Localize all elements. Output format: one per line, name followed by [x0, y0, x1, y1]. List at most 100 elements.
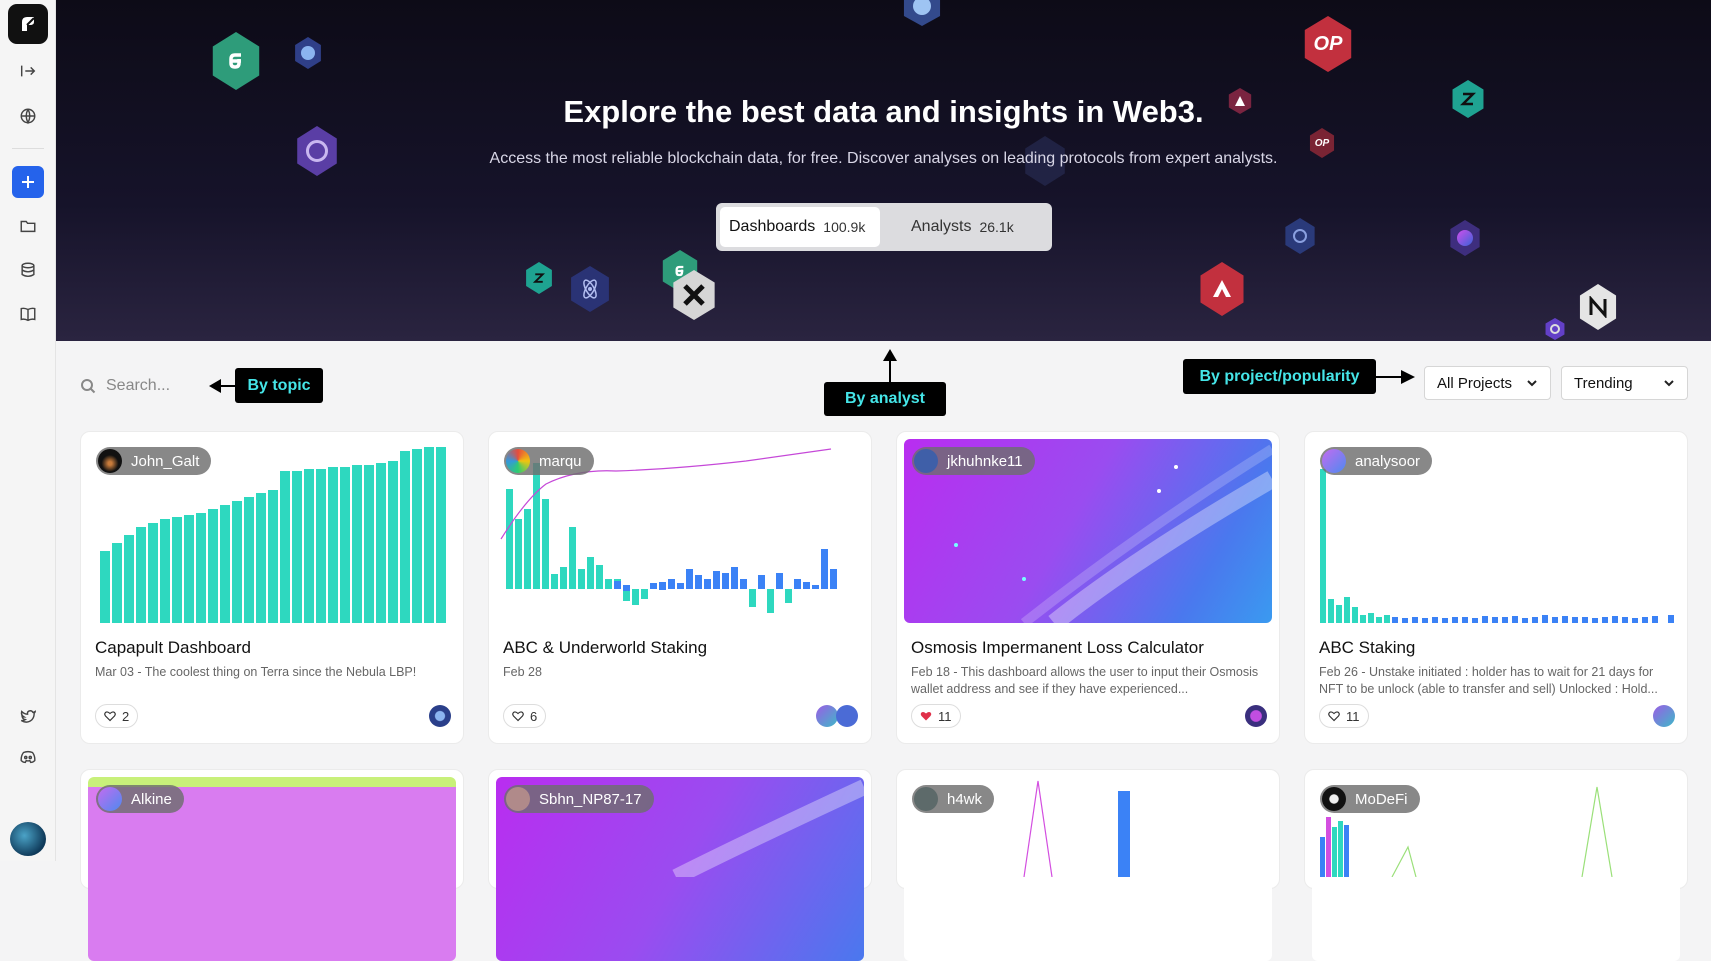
terra-token-icon — [295, 37, 321, 69]
dashboard-card[interactable]: MoDeFi — [1304, 769, 1688, 961]
search-input[interactable] — [106, 377, 226, 395]
like-button[interactable]: 11 — [911, 704, 961, 728]
avatar — [506, 787, 530, 811]
heart-icon — [1328, 711, 1340, 722]
card-thumbnail: marqu — [496, 439, 864, 623]
tab-analysts-count: 26.1k — [979, 219, 1014, 235]
tab-dashboards-count: 100.9k — [823, 219, 866, 235]
folder-icon[interactable] — [12, 210, 44, 242]
author-chip[interactable]: MoDeFi — [1320, 785, 1420, 813]
author-chip[interactable]: Sbhn_NP87-17 — [504, 785, 654, 813]
avatar — [506, 449, 530, 473]
avatar — [98, 449, 122, 473]
like-button[interactable]: 11 — [1319, 704, 1369, 728]
globe-icon[interactable] — [12, 100, 44, 132]
chevron-down-icon — [1527, 380, 1537, 387]
flow-token-icon — [212, 32, 260, 90]
card-thumbnail: h4wk — [904, 777, 1272, 961]
terra-chain-icon — [429, 705, 451, 727]
avalanche-token-icon — [1200, 262, 1244, 316]
like-count: 11 — [938, 708, 952, 724]
twitter-icon[interactable] — [12, 700, 44, 732]
card-thumbnail: Alkine — [88, 777, 456, 961]
card-title: Osmosis Impermanent Loss Calculator — [911, 638, 1204, 657]
callout-arrow — [1376, 376, 1402, 378]
view-toggle: Dashboards 100.9k Analysts 26.1k — [716, 203, 1052, 251]
osmosis-chain-icon — [1245, 705, 1267, 727]
author-name: MoDeFi — [1355, 790, 1408, 808]
callout-by-project: By project/popularity — [1183, 359, 1376, 394]
near-token-icon — [1579, 284, 1617, 330]
sort-select[interactable]: Trending — [1561, 366, 1688, 400]
collapse-icon[interactable] — [12, 55, 44, 87]
hero-banner: OP OP Explore the best data and insights… — [56, 0, 1711, 341]
author-name: analysoor — [1355, 452, 1421, 470]
author-chip[interactable]: analysoor — [1320, 447, 1433, 475]
author-chip[interactable]: Alkine — [96, 785, 184, 813]
card-description: Feb 18 - This dashboard allows the user … — [911, 665, 1259, 696]
card-thumbnail: jkhuhnke11 — [904, 439, 1272, 623]
author-name: Alkine — [131, 790, 172, 808]
heart-filled-icon — [920, 711, 932, 721]
avatar — [1322, 449, 1346, 473]
dashboard-card[interactable]: John_Galt Capapult Dashboard Mar 03 - Th… — [80, 431, 464, 744]
card-thumbnail: analysoor — [1312, 439, 1680, 623]
like-button[interactable]: 2 — [95, 704, 139, 728]
card-description: Feb 26 - Unstake initiated : holder has … — [1319, 665, 1658, 696]
discord-icon[interactable] — [12, 741, 44, 773]
callout-by-topic: By topic — [235, 368, 323, 403]
avatar — [98, 787, 122, 811]
like-button[interactable]: 6 — [503, 704, 547, 728]
author-name: h4wk — [947, 790, 983, 808]
hero-subtitle: Access the most reliable blockchain data… — [489, 150, 1278, 167]
author-chip[interactable]: h4wk — [912, 785, 995, 813]
like-count: 11 — [1346, 708, 1360, 724]
author-chip[interactable]: jkhuhnke11 — [912, 447, 1035, 475]
avatar — [1322, 787, 1346, 811]
new-button[interactable] — [12, 166, 44, 198]
callout-arrow — [889, 358, 891, 382]
dashboard-card[interactable]: jkhuhnke11 Osmosis Impermanent Loss Calc… — [896, 431, 1280, 744]
search-box — [80, 372, 230, 400]
solana-chain-icon — [1653, 705, 1675, 727]
tab-analysts[interactable]: Analysts 26.1k — [902, 207, 1023, 247]
project-filter-select[interactable]: All Projects — [1424, 366, 1551, 400]
dashboard-card[interactable]: analysoor ABC Staking Feb 26 - Unstake i… — [1304, 431, 1688, 744]
tab-dashboards[interactable]: Dashboards 100.9k — [720, 207, 880, 247]
author-chip[interactable]: marqu — [504, 447, 594, 475]
callout-arrow — [220, 385, 236, 387]
terra-token-icon — [903, 0, 941, 26]
card-description: Mar 03 - The coolest thing on Terra sinc… — [95, 665, 417, 679]
cosmos-token-icon — [1285, 218, 1315, 254]
chevron-down-icon — [1664, 380, 1674, 387]
dashboard-card[interactable]: Sbhn_NP87-17 — [488, 769, 872, 961]
sidebar — [0, 0, 56, 861]
user-avatar[interactable] — [10, 822, 46, 856]
card-title: Capapult Dashboard — [95, 638, 251, 657]
author-chip[interactable]: John_Galt — [96, 447, 212, 475]
author-name: marqu — [539, 452, 582, 470]
card-thumbnail: MoDeFi — [1312, 777, 1680, 961]
card-description: Feb 28 — [503, 665, 542, 679]
solana-chain-icon — [816, 705, 838, 727]
logo-icon[interactable] — [8, 4, 48, 44]
polygon-token-icon — [1545, 318, 1565, 340]
sort-value: Trending — [1574, 374, 1633, 392]
dashboard-card[interactable]: marqu ABC & Underworld Staking Feb 28 6 — [488, 431, 872, 744]
search-icon — [81, 379, 96, 394]
dashboard-card[interactable]: Alkine — [80, 769, 464, 961]
card-thumbnail: John_Galt — [88, 439, 456, 623]
dashboard-card[interactable]: h4wk — [896, 769, 1280, 961]
hero-title: Explore the best data and insights in We… — [563, 94, 1204, 129]
card-thumbnail: Sbhn_NP87-17 — [496, 777, 864, 961]
like-count: 2 — [122, 708, 130, 724]
arrow-right-icon — [1401, 370, 1415, 384]
database-icon[interactable] — [12, 254, 44, 286]
project-filter-value: All Projects — [1437, 374, 1513, 392]
heart-icon — [104, 711, 116, 722]
card-title: ABC & Underworld Staking — [503, 638, 708, 657]
sidebar-divider — [12, 148, 44, 149]
book-icon[interactable] — [12, 298, 44, 330]
callout-by-analyst: By analyst — [824, 382, 946, 416]
author-name: jkhuhnke11 — [947, 452, 1023, 470]
